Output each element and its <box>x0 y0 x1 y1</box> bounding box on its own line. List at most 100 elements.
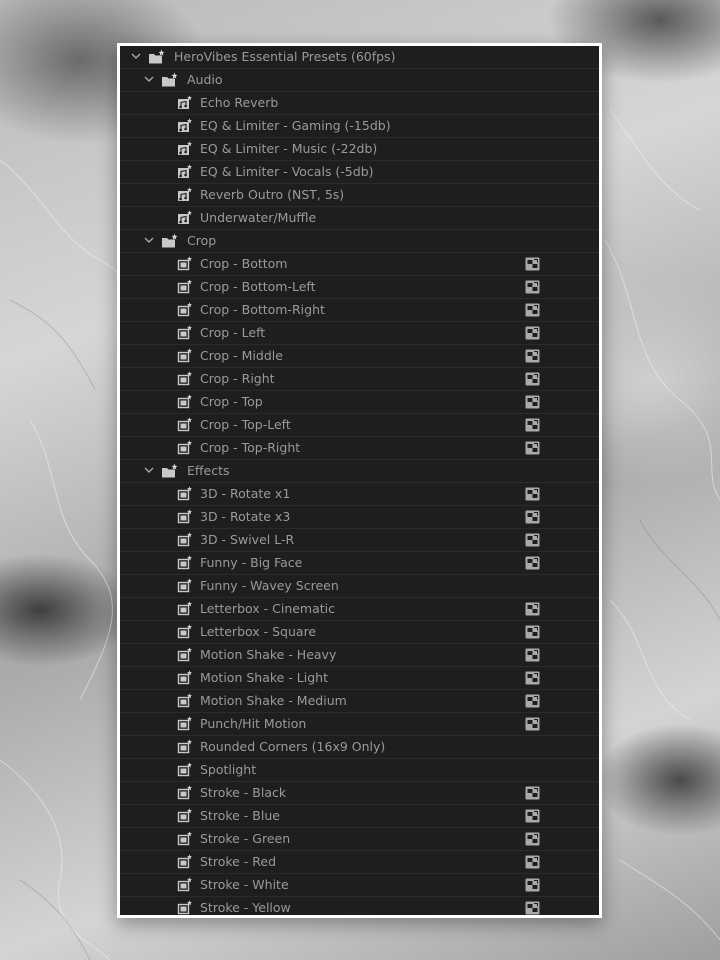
accelerated-effect-icon <box>525 510 540 524</box>
video-preset-icon <box>177 440 193 455</box>
bin-label: Effects <box>187 463 230 478</box>
preset-item-underwater-muffle[interactable]: Underwater/Muffle <box>120 207 599 230</box>
video-preset-icon <box>177 831 193 846</box>
video-preset-icon <box>177 486 193 501</box>
video-preset-icon <box>177 417 193 432</box>
preset-item-motion-shake-heavy[interactable]: Motion Shake - Heavy <box>120 644 599 667</box>
accelerated-effect-icon <box>525 832 540 846</box>
preset-label: Crop - Left <box>200 325 266 340</box>
accelerated-effect-icon <box>525 602 540 616</box>
preset-item-eq-limiter-vocals-5db[interactable]: EQ & Limiter - Vocals (-5db) <box>120 161 599 184</box>
preset-item-stroke-yellow[interactable]: Stroke - Yellow <box>120 897 599 915</box>
preset-item-stroke-green[interactable]: Stroke - Green <box>120 828 599 851</box>
preset-label: Crop - Bottom-Left <box>200 279 316 294</box>
preset-item-letterbox-cinematic[interactable]: Letterbox - Cinematic <box>120 598 599 621</box>
video-preset-icon <box>177 371 193 386</box>
preset-item-funny-wavey-screen[interactable]: Funny - Wavey Screen <box>120 575 599 598</box>
audio-preset-icon <box>177 164 193 179</box>
preset-item-spotlight[interactable]: Spotlight <box>120 759 599 782</box>
chevron-down-icon[interactable] <box>143 234 155 246</box>
preset-item-3d-rotate-x3[interactable]: 3D - Rotate x3 <box>120 506 599 529</box>
accelerated-effect-icon <box>525 395 540 409</box>
preset-label: Motion Shake - Heavy <box>200 647 337 662</box>
preset-label: Letterbox - Square <box>200 624 317 639</box>
preset-item-crop-top-right[interactable]: Crop - Top-Right <box>120 437 599 460</box>
accelerated-effect-icon <box>525 418 540 432</box>
video-preset-icon <box>177 325 193 340</box>
preset-label: Funny - Big Face <box>200 555 303 570</box>
preset-item-motion-shake-medium[interactable]: Motion Shake - Medium <box>120 690 599 713</box>
preset-label: Letterbox - Cinematic <box>200 601 336 616</box>
video-preset-icon <box>177 739 193 754</box>
preset-label: EQ & Limiter - Music (-22db) <box>200 141 378 156</box>
audio-preset-icon <box>177 210 193 225</box>
preset-item-eq-limiter-gaming-15db[interactable]: EQ & Limiter - Gaming (-15db) <box>120 115 599 138</box>
preset-item-letterbox-square[interactable]: Letterbox - Square <box>120 621 599 644</box>
preset-label: Crop - Top-Right <box>200 440 301 455</box>
preset-label: 3D - Rotate x1 <box>200 486 291 501</box>
preset-item-3d-swivel-l-r[interactable]: 3D - Swivel L-R <box>120 529 599 552</box>
preset-label: Crop - Top-Left <box>200 417 291 432</box>
chevron-down-icon[interactable] <box>143 73 155 85</box>
chevron-down-icon[interactable] <box>130 50 142 62</box>
accelerated-effect-icon <box>525 855 540 869</box>
video-preset-icon <box>177 808 193 823</box>
preset-item-crop-right[interactable]: Crop - Right <box>120 368 599 391</box>
preset-item-motion-shake-light[interactable]: Motion Shake - Light <box>120 667 599 690</box>
accelerated-effect-icon <box>525 349 540 363</box>
preset-item-crop-bottom-left[interactable]: Crop - Bottom-Left <box>120 276 599 299</box>
video-preset-icon <box>177 670 193 685</box>
preset-item-crop-top[interactable]: Crop - Top <box>120 391 599 414</box>
preset-item-crop-middle[interactable]: Crop - Middle <box>120 345 599 368</box>
preset-bin-icon <box>161 233 178 248</box>
preset-item-stroke-red[interactable]: Stroke - Red <box>120 851 599 874</box>
preset-item-crop-bottom[interactable]: Crop - Bottom <box>120 253 599 276</box>
bin-row-effects[interactable]: Effects <box>120 460 599 483</box>
preset-label: Stroke - Green <box>200 831 291 846</box>
preset-item-stroke-black[interactable]: Stroke - Black <box>120 782 599 805</box>
preset-item-crop-bottom-right[interactable]: Crop - Bottom-Right <box>120 299 599 322</box>
preset-item-reverb-outro-nst-5s[interactable]: Reverb Outro (NST, 5s) <box>120 184 599 207</box>
accelerated-effect-icon <box>525 487 540 501</box>
video-preset-icon <box>177 578 193 593</box>
video-preset-icon <box>177 647 193 662</box>
preset-label: Motion Shake - Medium <box>200 693 347 708</box>
video-preset-icon <box>177 256 193 271</box>
video-preset-icon <box>177 302 193 317</box>
accelerated-effect-icon <box>525 786 540 800</box>
chevron-down-icon[interactable] <box>143 464 155 476</box>
video-preset-icon <box>177 716 193 731</box>
preset-item-3d-rotate-x1[interactable]: 3D - Rotate x1 <box>120 483 599 506</box>
presets-panel-frame: HeroVibes Essential Presets (60fps) Audio… <box>117 43 602 918</box>
preset-item-eq-limiter-music-22db[interactable]: EQ & Limiter - Music (-22db) <box>120 138 599 161</box>
video-preset-icon <box>177 348 193 363</box>
preset-item-echo-reverb[interactable]: Echo Reverb <box>120 92 599 115</box>
accelerated-effect-icon <box>525 648 540 662</box>
bin-row-herovibes-essential-presets-60fps[interactable]: HeroVibes Essential Presets (60fps) <box>120 46 599 69</box>
preset-item-crop-top-left[interactable]: Crop - Top-Left <box>120 414 599 437</box>
preset-item-funny-big-face[interactable]: Funny - Big Face <box>120 552 599 575</box>
accelerated-effect-icon <box>525 280 540 294</box>
bin-row-crop[interactable]: Crop <box>120 230 599 253</box>
accelerated-effect-icon <box>525 533 540 547</box>
preset-label: Crop - Top <box>200 394 263 409</box>
preset-item-stroke-blue[interactable]: Stroke - Blue <box>120 805 599 828</box>
preset-label: Reverb Outro (NST, 5s) <box>200 187 345 202</box>
preset-label: Stroke - White <box>200 877 289 892</box>
video-preset-icon <box>177 624 193 639</box>
preset-item-rounded-corners-16x9-only[interactable]: Rounded Corners (16x9 Only) <box>120 736 599 759</box>
preset-label: Punch/Hit Motion <box>200 716 307 731</box>
bin-label: Crop <box>187 233 217 248</box>
effects-presets-tree: HeroVibes Essential Presets (60fps) Audio… <box>120 46 599 915</box>
video-preset-icon <box>177 601 193 616</box>
preset-item-punch-hit-motion[interactable]: Punch/Hit Motion <box>120 713 599 736</box>
accelerated-effect-icon <box>525 556 540 570</box>
video-preset-icon <box>177 854 193 869</box>
preset-label: Motion Shake - Light <box>200 670 329 685</box>
preset-label: EQ & Limiter - Vocals (-5db) <box>200 164 374 179</box>
accelerated-effect-icon <box>525 257 540 271</box>
preset-item-stroke-white[interactable]: Stroke - White <box>120 874 599 897</box>
bin-row-audio[interactable]: Audio <box>120 69 599 92</box>
preset-item-crop-left[interactable]: Crop - Left <box>120 322 599 345</box>
preset-bin-icon <box>148 49 165 64</box>
